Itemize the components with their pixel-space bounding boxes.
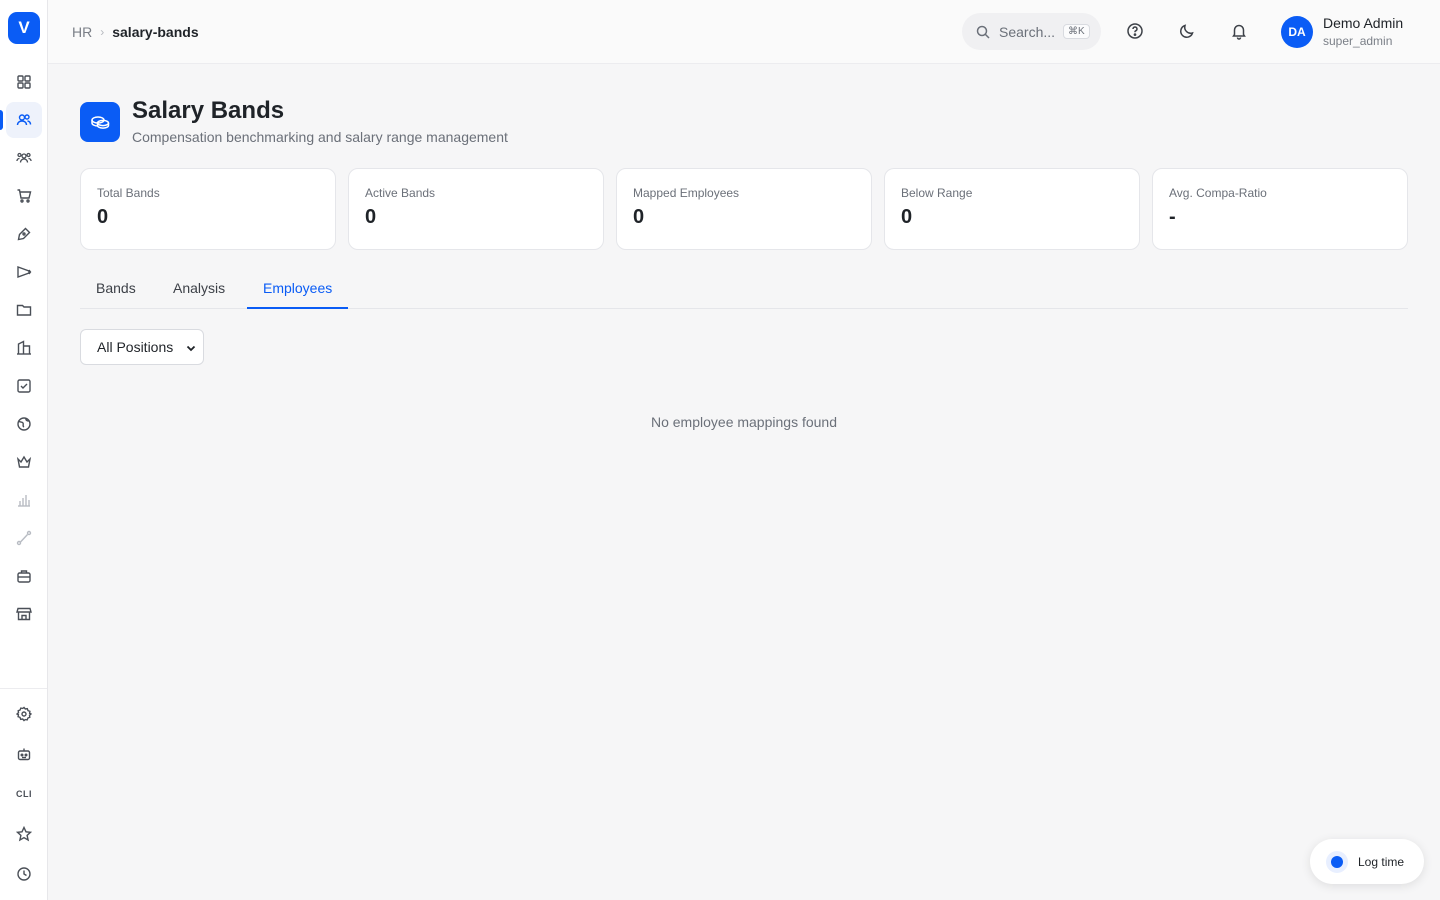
pen-nib-icon — [17, 227, 31, 241]
sidebar-item-global[interactable] — [6, 406, 42, 442]
stat-label: Mapped Employees — [633, 186, 740, 200]
stat-value: 0 — [901, 206, 913, 228]
megaphone-icon — [17, 266, 32, 278]
sidebar-item-dashboard[interactable] — [6, 64, 42, 100]
cli-label: CLI — [16, 789, 32, 799]
settings-icon — [16, 706, 32, 722]
team-icon — [16, 152, 32, 163]
stat-label: Below Range — [901, 186, 973, 200]
chevron-down-icon — [186, 345, 196, 352]
tab-employees[interactable]: Employees — [247, 268, 349, 309]
tab-analysis[interactable]: Analysis — [157, 268, 241, 309]
sidebar-divider — [0, 688, 47, 689]
user-role: super_admin — [1323, 34, 1393, 48]
help-icon — [1127, 23, 1143, 39]
bell-icon — [1232, 24, 1246, 40]
search-icon — [976, 25, 990, 39]
app-logo[interactable]: V — [8, 12, 40, 44]
sidebar-item-design[interactable] — [6, 216, 42, 252]
breadcrumb-current: salary-bands — [112, 24, 199, 40]
sidebar-item-tasks[interactable] — [6, 368, 42, 404]
briefcase-icon — [17, 570, 31, 583]
breadcrumb: HR › salary-bands — [72, 22, 199, 42]
stat-card-below-range: Below Range 0 — [884, 168, 1140, 250]
user-avatar[interactable]: DA — [1281, 16, 1313, 48]
search-placeholder: Search... — [999, 23, 1056, 40]
crown-icon — [16, 455, 32, 468]
stat-card-active-bands: Active Bands 0 — [348, 168, 604, 250]
clock-icon — [17, 867, 31, 881]
sidebar-item-analytics[interactable] — [6, 482, 42, 518]
globe-icon — [17, 417, 31, 431]
page-icon — [80, 102, 120, 142]
bar-chart-icon — [18, 495, 30, 507]
star-icon — [16, 826, 32, 842]
users-icon — [16, 114, 32, 126]
cart-icon — [17, 189, 32, 203]
sidebar-item-marketing[interactable] — [6, 254, 42, 290]
stat-value: 0 — [97, 206, 109, 228]
stat-value: 0 — [365, 206, 377, 228]
user-name[interactable]: Demo Admin — [1323, 15, 1403, 31]
sidebar-item-commerce[interactable] — [6, 178, 42, 214]
stat-card-total-bands: Total Bands 0 — [80, 168, 336, 250]
notifications-button[interactable] — [1228, 20, 1250, 42]
moon-icon — [1180, 24, 1194, 38]
store-icon — [16, 607, 32, 621]
sidebar-item-history[interactable] — [6, 856, 42, 892]
sidebar-item-teams[interactable] — [6, 140, 42, 176]
sidebar-item-settings[interactable] — [6, 696, 42, 732]
sidebar-item-cli[interactable]: CLI — [6, 776, 42, 812]
page-title: Salary Bands — [132, 97, 285, 124]
bot-icon — [17, 748, 31, 761]
stat-label: Active Bands — [365, 186, 436, 200]
theme-toggle-button[interactable] — [1176, 20, 1198, 42]
search-shortcut: ⌘K — [1063, 24, 1090, 39]
sidebar-item-store[interactable] — [6, 596, 42, 632]
sidebar-item-company[interactable] — [6, 330, 42, 366]
tab-bands[interactable]: Bands — [80, 268, 152, 309]
coins-icon — [91, 116, 110, 129]
search-input[interactable]: Search... ⌘K — [962, 13, 1101, 50]
sidebar-item-bot[interactable] — [6, 736, 42, 772]
stat-card-avg-compa-ratio: Avg. Compa-Ratio - — [1152, 168, 1408, 250]
empty-state-message: No employee mappings found — [650, 414, 837, 430]
help-button[interactable] — [1124, 20, 1146, 42]
timer-icon — [1326, 850, 1348, 873]
stat-label: Total Bands — [97, 186, 160, 200]
checkbox-icon — [17, 379, 31, 393]
dashboard-grid-icon — [17, 75, 31, 89]
sidebar-item-routes[interactable] — [6, 520, 42, 556]
log-time-button[interactable]: Log time — [1310, 839, 1424, 884]
sidebar-item-favorites[interactable] — [6, 816, 42, 852]
page-subtitle: Compensation benchmarking and salary ran… — [132, 129, 508, 145]
stat-card-mapped-employees: Mapped Employees 0 — [616, 168, 872, 250]
top-bar: HR › salary-bands Search... ⌘K DA Demo A… — [48, 0, 1440, 64]
stat-label: Avg. Compa-Ratio — [1169, 186, 1267, 200]
breadcrumb-separator: › — [100, 25, 105, 39]
log-time-label: Log time — [1358, 854, 1405, 869]
active-indicator — [0, 110, 3, 130]
route-icon — [16, 530, 32, 546]
stat-value: - — [1169, 206, 1176, 228]
sidebar-item-premium[interactable] — [6, 444, 42, 480]
sidebar: V CLI — [0, 0, 48, 900]
position-filter-select[interactable]: All Positions — [80, 329, 204, 365]
tab-bar: Bands Analysis Employees — [80, 268, 1408, 309]
building-icon — [17, 340, 31, 355]
sidebar-item-hr[interactable] — [6, 102, 42, 138]
stat-value: 0 — [633, 206, 645, 228]
position-filter-value: All Positions — [97, 339, 174, 355]
folder-icon — [16, 304, 32, 316]
breadcrumb-root[interactable]: HR — [72, 24, 92, 40]
sidebar-item-jobs[interactable] — [6, 558, 42, 594]
sidebar-item-files[interactable] — [6, 292, 42, 328]
